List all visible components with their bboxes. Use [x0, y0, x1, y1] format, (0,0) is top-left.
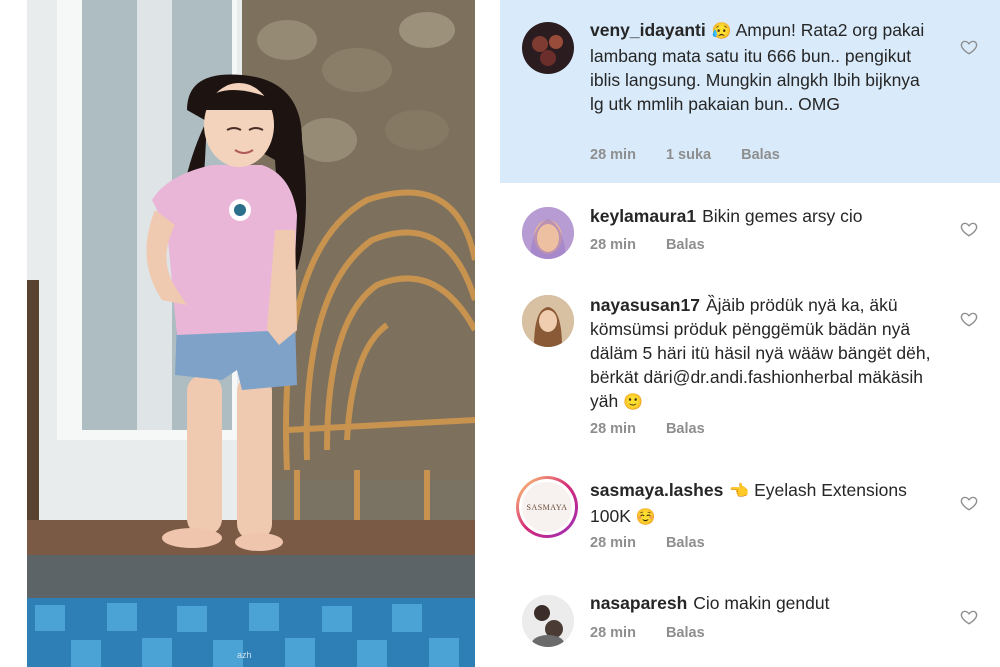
avatar[interactable] [522, 595, 574, 647]
sasmaya-logo-text: SASMAYA [522, 482, 572, 532]
comment-text: Bikin gemes arsy cio [702, 206, 863, 226]
comment-meta: 28 min Balas [590, 237, 735, 253]
comment-text-block: sasmaya.lashes 👈 Eyelash Extensions 100K … [590, 478, 935, 530]
heart-outline-icon[interactable] [960, 494, 978, 512]
panel-divider [475, 0, 500, 667]
comment-time: 28 min [590, 535, 636, 551]
photo-illustration: azh [27, 0, 475, 667]
heart-outline-icon[interactable] [960, 38, 978, 56]
photo-watermark: azh [237, 650, 252, 660]
avatar-story-ring[interactable]: SASMAYA [516, 476, 578, 538]
heart-outline-icon[interactable] [960, 608, 978, 626]
avatar[interactable] [522, 295, 574, 347]
reply-button[interactable]: Balas [666, 421, 705, 437]
heart-outline-icon[interactable] [960, 310, 978, 328]
reply-button[interactable]: Balas [666, 535, 705, 551]
comment-item: SASMAYA sasmaya.lashes 👈 Eyelash Extensio… [500, 463, 1000, 575]
comment-username[interactable]: keylamaura1 [590, 206, 696, 226]
comment-text-block: veny_idayanti 😥 Ampun! Rata2 org pakai la… [590, 18, 935, 116]
comment-text-block: keylamaura1 Bikin gemes arsy cio [590, 204, 935, 228]
comment-username[interactable]: sasmaya.lashes [590, 480, 723, 500]
smile-emoji: 🙂 [623, 394, 644, 411]
smiling-face-emoji: ☺️ [635, 509, 656, 526]
comment-text-block: nayasusan17 Ȁjäib prödük nyä ka, äkü köms… [590, 293, 935, 415]
reply-button[interactable]: Balas [666, 237, 705, 253]
comment-meta: 28 min Balas [590, 421, 735, 437]
comment-text: Cio makin gendut [693, 593, 830, 613]
comment-time: 28 min [590, 625, 636, 641]
comment-item: keylamaura1 Bikin gemes arsy cio 28 min Ba… [500, 183, 1000, 273]
comment-meta: 28 min Balas [590, 535, 735, 551]
comment-time: 28 min [590, 147, 636, 163]
comment-meta: 28 min Balas [590, 625, 735, 641]
pointing-hand-emoji: 👈 [729, 483, 750, 500]
avatar[interactable] [522, 22, 574, 74]
comment-item: nasaparesh Cio makin gendut 28 min Balas [500, 575, 1000, 667]
comment-text-block: nasaparesh Cio makin gendut [590, 591, 935, 615]
comment-meta: 28 min 1 suka Balas [590, 147, 810, 163]
comment-item: nayasusan17 Ȁjäib prödük nyä ka, äkü köms… [500, 273, 1000, 463]
heart-outline-icon[interactable] [960, 220, 978, 238]
comment-username[interactable]: veny_idayanti [590, 20, 706, 40]
avatar[interactable] [522, 207, 574, 259]
comment-item: veny_idayanti 😥 Ampun! Rata2 org pakai la… [500, 0, 1000, 183]
reply-button[interactable]: Balas [741, 147, 780, 163]
comment-time: 28 min [590, 237, 636, 253]
comments-panel: veny_idayanti 😥 Ampun! Rata2 org pakai la… [500, 0, 1000, 667]
reply-button[interactable]: Balas [666, 625, 705, 641]
comment-time: 28 min [590, 421, 636, 437]
comment-username[interactable]: nayasusan17 [590, 295, 700, 315]
post-photo: azh [27, 0, 475, 667]
comment-username[interactable]: nasaparesh [590, 593, 687, 613]
comment-likes[interactable]: 1 suka [666, 147, 711, 163]
sad-face-emoji: 😥 [711, 23, 732, 40]
